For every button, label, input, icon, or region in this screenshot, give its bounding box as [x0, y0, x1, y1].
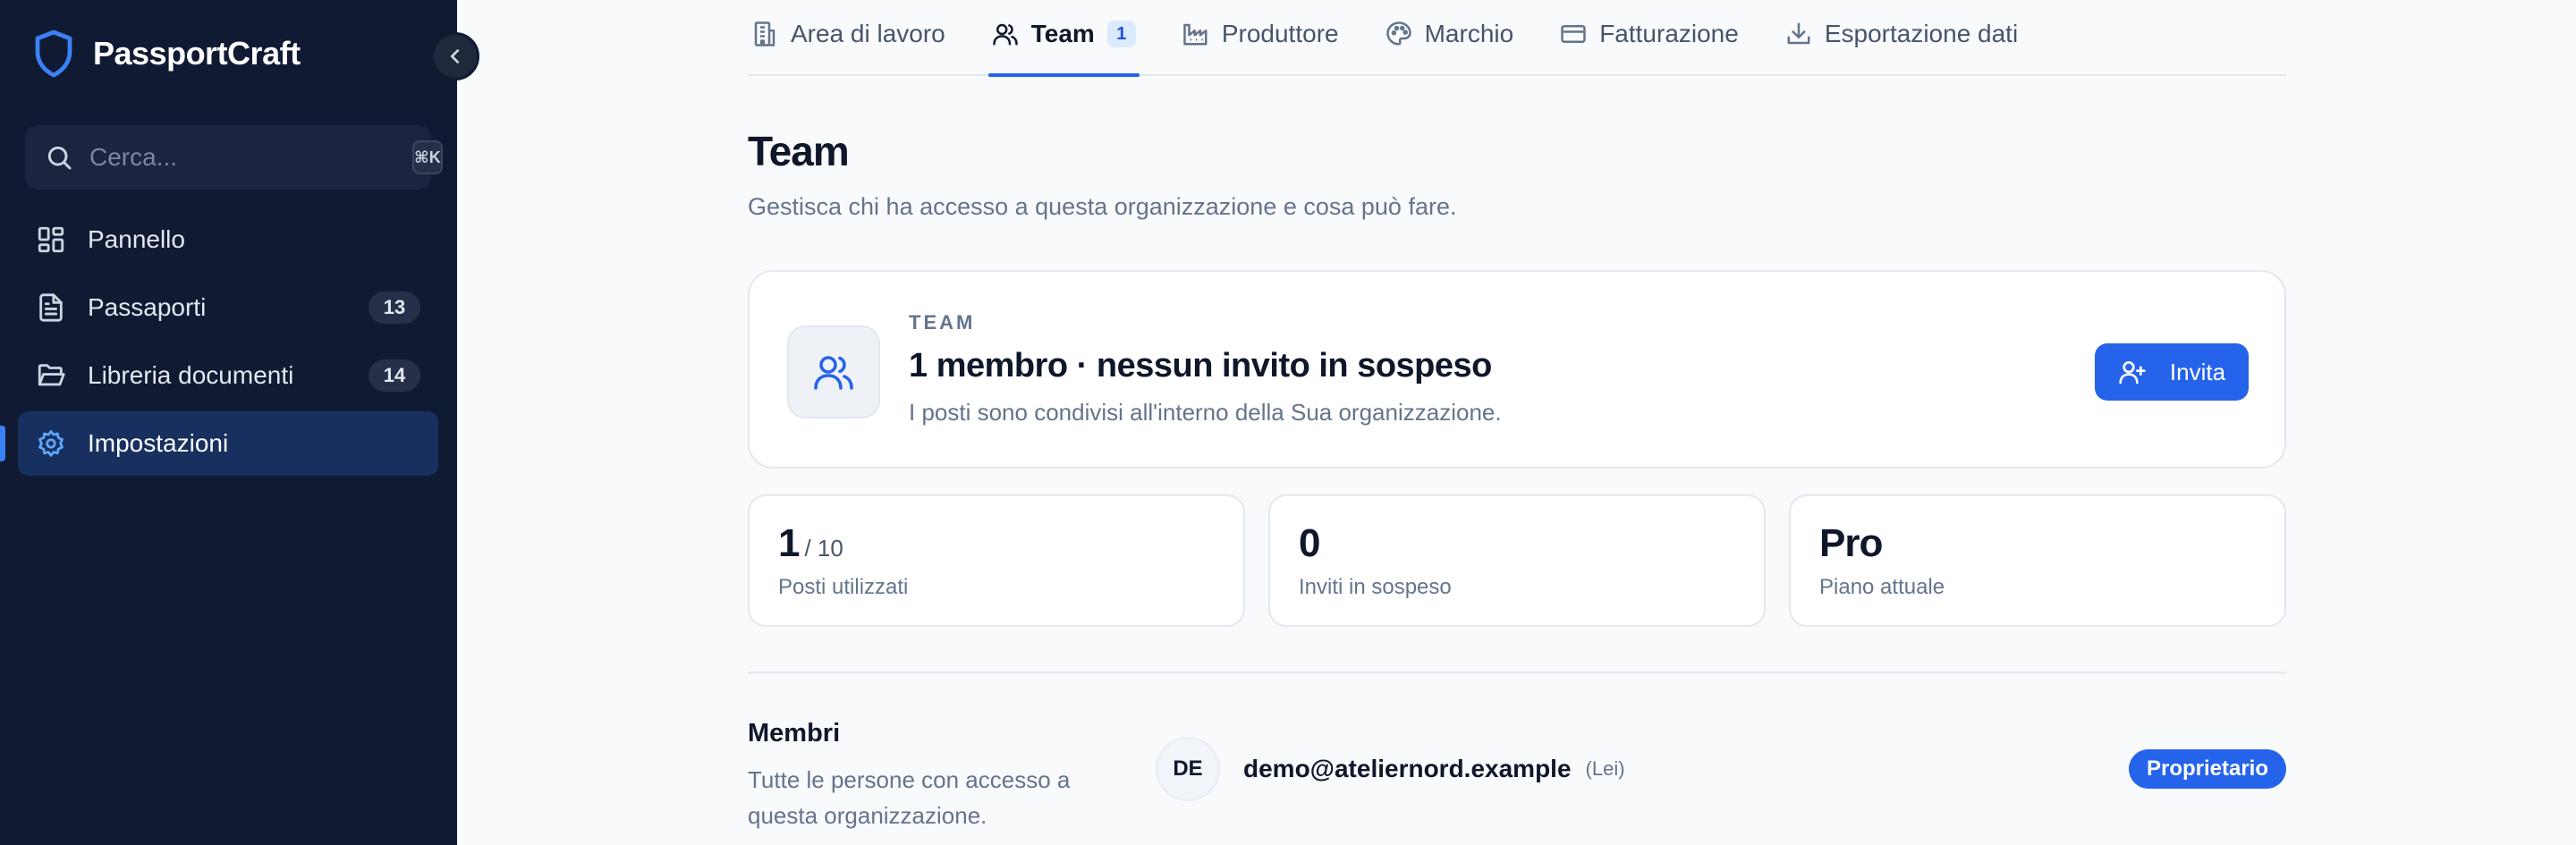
stat-suffix: / 10: [804, 535, 843, 562]
sidebar-item-label: Impostazioni: [88, 429, 229, 457]
stat-value: 0: [1299, 521, 1321, 566]
search-box[interactable]: ⌘K: [25, 125, 443, 190]
tab-label: Marchio: [1424, 20, 1514, 47]
members-title: Membri: [748, 719, 841, 748]
search-icon: [47, 146, 72, 170]
tab-fatturazione[interactable]: Fatturazione: [1556, 0, 1742, 75]
stat-card-pending-invites: 0 Inviti in sospeso: [1268, 494, 1766, 627]
invite-button[interactable]: Invita: [2095, 343, 2249, 401]
download-icon: [1787, 22, 1810, 45]
tab-label: Esportazione dati: [1824, 20, 2019, 47]
shield-icon: [35, 30, 72, 78]
users-icon: [993, 23, 1018, 46]
folder-open-icon: [38, 364, 65, 386]
member-you-label: (Lei): [1585, 757, 1625, 780]
team-summary-card: TEAM 1 membro · nessun invito in sospeso…: [748, 270, 2286, 469]
tab-marchio[interactable]: Marchio: [1382, 0, 1518, 75]
stat-label: Inviti in sospeso: [1299, 575, 1452, 599]
sidebar-item-label: Libreria documenti: [88, 361, 294, 389]
tab-esportazione-dati[interactable]: Esportazione dati: [1782, 0, 2021, 75]
palette-icon: [1385, 21, 1411, 46]
sidebar-item-libreria-documenti[interactable]: Libreria documenti 14: [18, 343, 438, 408]
tab-label: Area di lavoro: [791, 20, 945, 47]
stat-card-seats: 1 / 10 Posti utilizzati: [748, 494, 1245, 627]
settings-tabs: Area di lavoro Team 1 Produttore Marchio: [748, 0, 2286, 77]
tab-count-badge: 1: [1106, 21, 1136, 47]
tab-label: Fatturazione: [1599, 20, 1739, 47]
role-badge: Proprietario: [2128, 749, 2286, 789]
count-badge: 14: [369, 359, 420, 392]
stat-card-plan: Pro Piano attuale: [1789, 494, 2286, 627]
brand[interactable]: PassportCraft: [32, 27, 301, 80]
count-badge: 13: [369, 292, 420, 324]
members-description: Tutte le persone con accesso a questa or…: [748, 766, 1071, 829]
stat-label: Piano attuale: [1819, 575, 1945, 599]
tab-label: Team: [1030, 20, 1095, 47]
sidebar-item-pannello[interactable]: Pannello: [18, 207, 438, 272]
sidebar-item-label: Passaporti: [88, 293, 207, 321]
stat-value: 1 / 10: [778, 521, 843, 566]
team-description: I posti sono condivisi all'interno della…: [909, 399, 1502, 426]
sidebar-item-label: Pannello: [88, 225, 185, 253]
team-headline: 1 membro · nessun invito in sospeso: [909, 347, 1492, 384]
sidebar-nav: Pannello Passaporti 13 Libreria document…: [0, 207, 438, 479]
search-shortcut: ⌘K: [412, 140, 443, 174]
invite-button-label: Invita: [2169, 358, 2226, 385]
building-icon: [754, 21, 775, 46]
page-title: Team: [748, 128, 850, 174]
sidebar-item-passaporti[interactable]: Passaporti 13: [18, 275, 438, 340]
stat-value: Pro: [1819, 521, 1883, 566]
factory-icon: [1183, 23, 1208, 46]
user-plus-icon: [2119, 361, 2146, 384]
member-email: demo@ateliernord.example: [1243, 755, 1572, 782]
section-divider: [748, 672, 2286, 673]
team-eyebrow: TEAM: [909, 311, 976, 334]
tab-produttore[interactable]: Produttore: [1179, 0, 1343, 75]
sidebar: PassportCraft ⌘K Pannello Passaporti 13 …: [0, 0, 457, 845]
avatar: DE: [1156, 737, 1220, 801]
search-input[interactable]: [89, 143, 412, 172]
stat-number: Pro: [1819, 521, 1883, 565]
stat-label: Posti utilizzati: [778, 575, 909, 599]
tab-team[interactable]: Team 1: [987, 0, 1140, 77]
team-icon-box: [787, 325, 880, 418]
tab-area-di-lavoro[interactable]: Area di lavoro: [748, 0, 949, 75]
main-content: Area di lavoro Team 1 Produttore Marchio: [748, 0, 2286, 845]
member-row[interactable]: DE demo@ateliernord.example (Lei) Propri…: [1156, 737, 2286, 801]
gear-icon: [38, 430, 64, 457]
file-text-icon: [39, 293, 63, 322]
credit-card-icon: [1561, 25, 1586, 43]
users-icon: [814, 356, 853, 390]
tab-label: Produttore: [1221, 20, 1339, 47]
page-subtitle: Gestisca chi ha accesso a questa organiz…: [748, 193, 1457, 220]
collapse-sidebar-button[interactable]: [431, 32, 479, 80]
dashboard-icon: [38, 226, 64, 253]
stat-number: 1: [778, 521, 801, 565]
sidebar-item-impostazioni[interactable]: Impostazioni: [0, 411, 438, 476]
chevron-left-icon: [450, 49, 460, 63]
brand-name: PassportCraft: [93, 35, 301, 72]
stat-number: 0: [1299, 521, 1321, 565]
